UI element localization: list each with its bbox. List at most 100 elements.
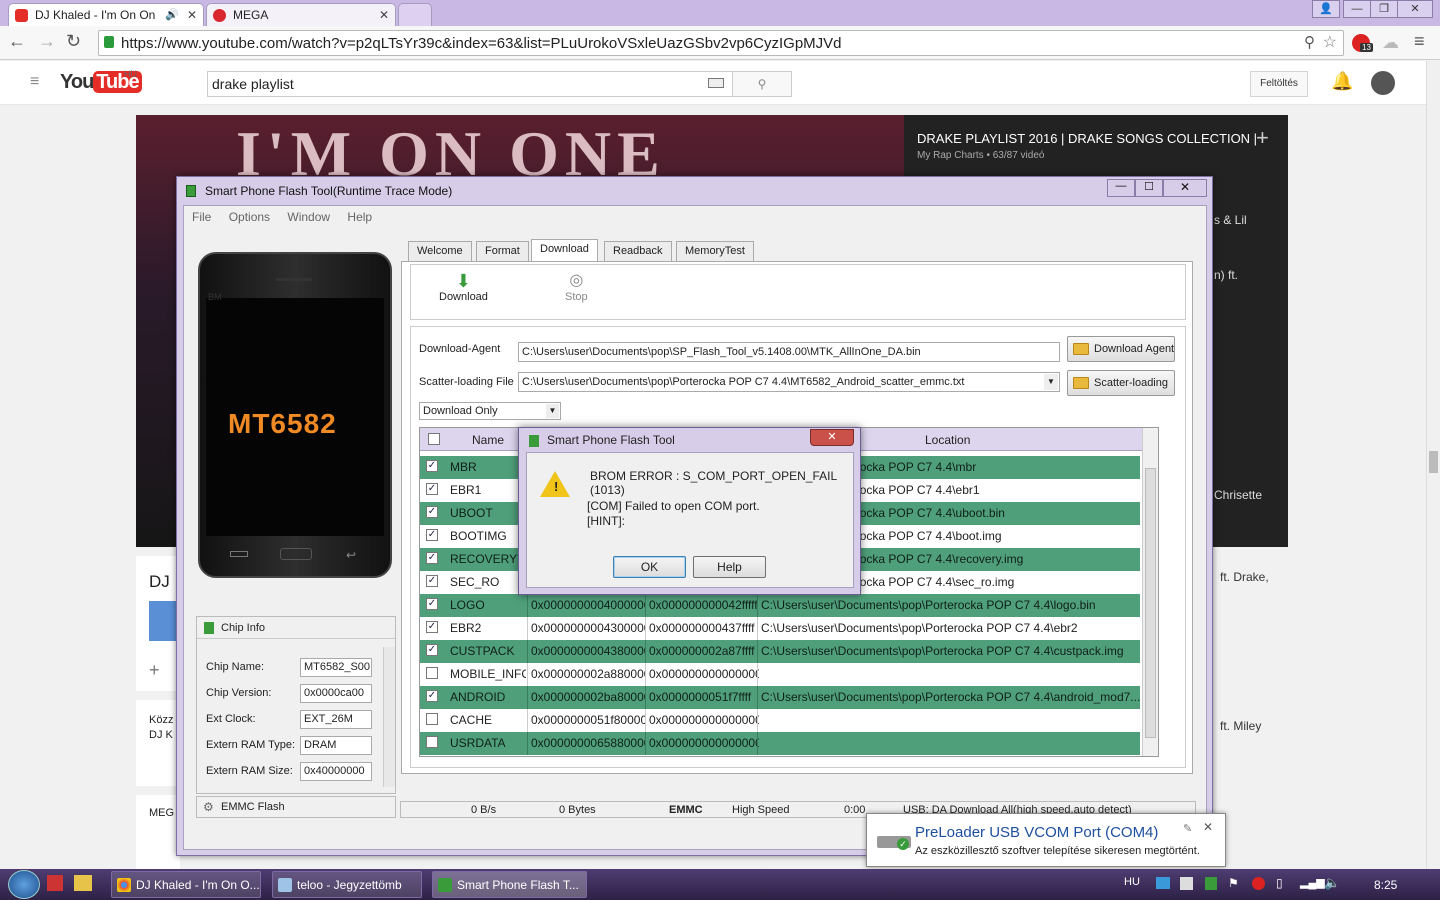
chevron-down-icon[interactable]: ▼ — [546, 404, 559, 418]
tab-format[interactable]: Format — [476, 241, 529, 261]
partition-row[interactable]: MOBILE_INFO 0x000000002a880000 0x000000000… — [420, 663, 1140, 686]
maximize-button[interactable]: ☐ — [1135, 179, 1163, 197]
close-tab-icon[interactable]: ✕ — [187, 8, 197, 22]
col-name[interactable]: Name — [472, 433, 504, 447]
scrollbar-thumb[interactable] — [1145, 468, 1156, 738]
menu-options[interactable]: Options — [229, 210, 270, 224]
menu-file[interactable]: File — [192, 210, 211, 224]
partition-row[interactable]: CACHE 0x0000000051f80000 0x000000000000000… — [420, 709, 1140, 732]
tab-youtube[interactable]: DJ Khaled - I'm On On 🔊 ✕ — [8, 3, 204, 26]
partition-checkbox[interactable]: ✓ — [426, 690, 438, 702]
related-item[interactable]: ft. Drake, — [1220, 570, 1269, 584]
upload-button[interactable]: Feltöltés — [1250, 71, 1308, 97]
scrollbar-thumb[interactable] — [1429, 451, 1438, 473]
playlist-title[interactable]: DRAKE PLAYLIST 2016 | DRAKE SONGS COLLEC… — [917, 131, 1257, 146]
partition-scrollbar[interactable] — [1142, 428, 1158, 756]
scatter-file-field[interactable]: C:\Users\user\Documents\pop\Porterocka P… — [518, 372, 1060, 392]
partition-checkbox[interactable] — [426, 713, 438, 725]
menu-window[interactable]: Window — [287, 210, 330, 224]
minimize-button[interactable]: — — [1107, 179, 1135, 197]
partition-checkbox[interactable] — [426, 667, 438, 679]
scatter-loading-button[interactable]: Scatter-loading — [1067, 370, 1175, 396]
taskbar-item-chrome[interactable]: DJ Khaled - I'm On O... — [111, 871, 261, 898]
tab-welcome[interactable]: Welcome — [408, 241, 472, 261]
taskbar-item-flashtool[interactable]: Smart Phone Flash T... — [432, 871, 587, 898]
select-all-checkbox[interactable] — [428, 433, 440, 445]
partition-checkbox[interactable]: ✓ — [426, 460, 438, 472]
tray-usb-icon[interactable] — [1205, 877, 1217, 890]
partition-checkbox[interactable]: ✓ — [426, 644, 438, 656]
partition-checkbox[interactable]: ✓ — [426, 598, 438, 610]
flash-tool-titlebar[interactable]: Smart Phone Flash Tool(Runtime Trace Mod… — [177, 177, 1212, 205]
guide-menu-icon[interactable]: ≡ — [30, 73, 39, 91]
tray-volume-icon[interactable]: 🔈 — [1324, 875, 1340, 891]
url-field[interactable]: https://www.youtube.com/watch?v=p2qLTsYr… — [98, 30, 1344, 56]
tab-readback[interactable]: Readback — [604, 241, 672, 261]
minimize-button[interactable]: — — [1343, 0, 1371, 18]
tray-windows-icon[interactable] — [1180, 877, 1193, 890]
tab-download[interactable]: Download — [531, 239, 598, 263]
partition-checkbox[interactable]: ✓ — [426, 621, 438, 633]
side-item[interactable]: s & Lil — [1214, 213, 1247, 227]
close-tab-icon[interactable]: ✕ — [379, 8, 389, 22]
partition-checkbox[interactable]: ✓ — [426, 483, 438, 495]
mode-select[interactable]: Download Only ▼ — [419, 402, 561, 420]
driver-notification[interactable]: ✓ PreLoader USB VCOM Port (COM4) Az eszk… — [866, 813, 1226, 867]
profile-icon[interactable]: 👤 — [1312, 0, 1340, 18]
partition-row[interactable]: ✓ LOGO 0x0000000004000000 0x000000000042fff… — [420, 594, 1140, 617]
partition-checkbox[interactable] — [426, 736, 438, 748]
maximize-button[interactable]: ❐ — [1370, 0, 1398, 18]
partition-checkbox[interactable]: ✓ — [426, 552, 438, 564]
bell-icon[interactable]: 🔔 — [1331, 71, 1353, 92]
close-icon[interactable]: ✕ — [1203, 820, 1213, 834]
start-button[interactable] — [8, 870, 40, 899]
search-icon[interactable]: ⚲ — [1304, 33, 1315, 51]
menu-help[interactable]: Help — [347, 210, 372, 224]
tab-memorytest[interactable]: MemoryTest — [676, 241, 754, 261]
dialog-titlebar[interactable]: Smart Phone Flash Tool — [527, 433, 675, 447]
channel-avatar[interactable] — [149, 601, 179, 641]
dialog-close-button[interactable]: ✕ — [810, 429, 854, 446]
tray-flag-icon[interactable]: ⚑ — [1228, 876, 1239, 890]
download-agent-button[interactable]: Download Agent — [1067, 336, 1175, 362]
back-icon[interactable]: ← — [8, 31, 26, 52]
partition-row[interactable]: USRDATA 0x0000000065880000 0x0000000000000… — [420, 732, 1140, 755]
side-item[interactable]: n) ft. — [1214, 268, 1238, 282]
ok-button[interactable]: OK — [613, 556, 686, 578]
emmc-panel[interactable]: ⚙ EMMC Flash — [196, 796, 396, 818]
partition-row[interactable]: ✓ ANDROID 0x000000002ba80000 0x0000000051f7… — [420, 686, 1140, 709]
chip-info-scrollbar[interactable] — [383, 647, 395, 787]
pinned-app-icon[interactable] — [47, 875, 63, 891]
help-button[interactable]: Help — [693, 556, 766, 578]
tray-antivirus-icon[interactable] — [1252, 877, 1265, 890]
add-playlist-icon[interactable]: + — [1256, 125, 1269, 151]
keyboard-icon[interactable] — [708, 78, 724, 88]
tray-network-icon[interactable]: ▂▄▆ — [1300, 876, 1325, 889]
language-indicator[interactable]: HU — [1124, 876, 1140, 888]
close-window-button[interactable]: ✕ — [1397, 0, 1433, 18]
stop-action[interactable]: ◎ Stop — [565, 271, 588, 303]
tray-drive-icon[interactable] — [1156, 877, 1170, 889]
partition-checkbox[interactable]: ✓ — [426, 506, 438, 518]
partition-row[interactable]: ✓ CUSTPACK 0x0000000004380000 0x000000002a8… — [420, 640, 1140, 663]
download-agent-field[interactable]: C:\Users\user\Documents\pop\SP_Flash_Too… — [518, 342, 1060, 362]
add-icon[interactable]: + — [149, 660, 160, 681]
page-scrollbar[interactable] — [1426, 61, 1440, 869]
menu-icon[interactable]: ≡ — [1414, 31, 1425, 52]
download-action[interactable]: ⬇ Download — [439, 271, 488, 303]
tray-power-icon[interactable]: ▯ — [1276, 876, 1283, 890]
new-tab-button[interactable] — [398, 3, 432, 26]
taskbar-item-notepad[interactable]: teloo - Jegyzettömb — [272, 871, 422, 898]
reload-icon[interactable]: ↻ — [66, 31, 81, 52]
search-button[interactable]: ⚲ — [732, 71, 792, 97]
side-item[interactable]: Chrisette — [1214, 488, 1262, 502]
col-location[interactable]: Location — [925, 433, 970, 447]
partition-row[interactable]: ✓ EBR2 0x0000000004300000 0x000000000437fff… — [420, 617, 1140, 640]
related-item[interactable]: ft. Miley — [1220, 719, 1261, 733]
partition-checkbox[interactable]: ✓ — [426, 529, 438, 541]
chevron-down-icon[interactable]: ▼ — [1044, 374, 1058, 390]
tab-mega[interactable]: MEGA ✕ — [206, 3, 396, 26]
explorer-icon[interactable] — [74, 875, 92, 891]
pin-icon[interactable]: ✎ — [1183, 822, 1192, 835]
forward-icon[interactable]: → — [38, 31, 56, 52]
